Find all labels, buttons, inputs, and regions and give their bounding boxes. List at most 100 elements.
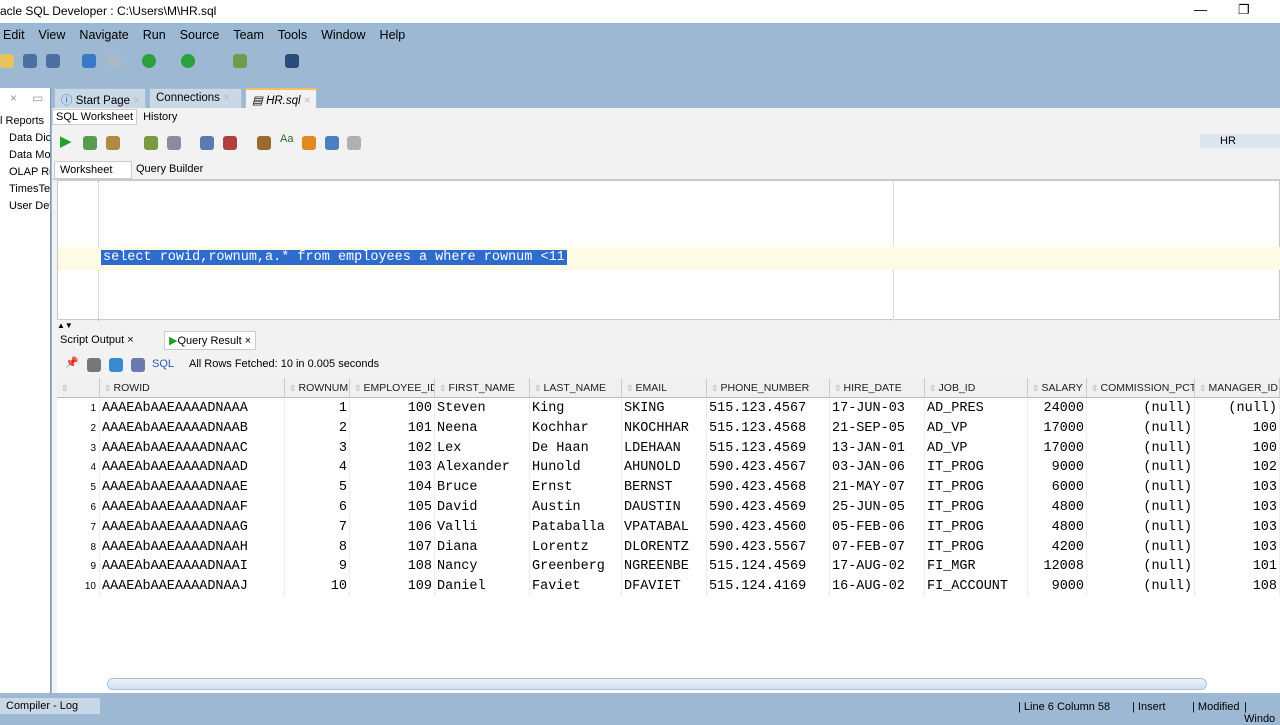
cell-first-name[interactable]: Steven <box>435 399 530 419</box>
back-icon[interactable] <box>142 54 156 68</box>
column-header-employee-id[interactable]: EMPLOYEE_ID <box>350 378 435 398</box>
column-header-email[interactable]: EMAIL <box>622 378 707 398</box>
cell-email[interactable]: VPATABAL <box>622 517 707 538</box>
cell-salary[interactable]: 4800 <box>1028 498 1087 518</box>
redo-icon[interactable] <box>107 54 121 68</box>
tree-item[interactable]: User Def <box>0 200 50 212</box>
cell-hire-date[interactable]: 13-JAN-01 <box>830 438 925 459</box>
cell-salary[interactable]: 17000 <box>1028 438 1087 459</box>
tree-item[interactable]: TimesTer <box>0 183 50 195</box>
cell-rownum[interactable]: 7 <box>285 517 350 538</box>
cell-commission-pct[interactable]: (null) <box>1087 478 1195 499</box>
tab-script-output[interactable]: Script Output × <box>60 334 134 346</box>
tab-sql-worksheet[interactable]: SQL Worksheet <box>52 109 138 125</box>
cell-salary[interactable]: 6000 <box>1028 478 1087 499</box>
cell-job-id[interactable]: IT_PROG <box>925 517 1028 538</box>
cell-rowid[interactable]: AAAEAbAAEAAAADNAAE <box>100 478 285 499</box>
binoculars-icon[interactable] <box>285 54 299 68</box>
explain-plan-icon[interactable] <box>144 136 158 150</box>
commit-icon[interactable] <box>200 136 214 150</box>
cell-last-name[interactable]: Lorentz <box>530 537 622 558</box>
row-number[interactable]: 7 <box>57 517 100 538</box>
cell-first-name[interactable]: David <box>435 498 530 518</box>
cell-job-id[interactable]: IT_PROG <box>925 498 1028 518</box>
print-icon[interactable] <box>87 358 101 372</box>
menu-team[interactable]: Team <box>233 28 264 48</box>
cell-first-name[interactable]: Daniel <box>435 577 530 598</box>
menu-view[interactable]: View <box>39 28 66 48</box>
unshared-sql-icon[interactable] <box>257 136 271 150</box>
cell-rownum[interactable]: 3 <box>285 438 350 459</box>
cell-salary[interactable]: 24000 <box>1028 399 1087 419</box>
save-icon[interactable] <box>23 54 37 68</box>
cell-phone-number[interactable]: 515.123.4569 <box>707 438 830 459</box>
row-number[interactable]: 4 <box>57 458 100 479</box>
cell-manager-id[interactable]: 100 <box>1195 438 1280 459</box>
cell-rownum[interactable]: 2 <box>285 418 350 439</box>
cell-commission-pct[interactable]: (null) <box>1087 517 1195 538</box>
close-icon[interactable]: × <box>10 91 17 105</box>
cell-employee-id[interactable]: 104 <box>350 478 435 499</box>
save-all-icon[interactable] <box>46 54 60 68</box>
column-header-rowid[interactable]: ROWID <box>100 378 285 398</box>
tab-query-builder[interactable]: Query Builder <box>136 163 203 175</box>
cell-email[interactable]: NKOCHHAR <box>622 418 707 439</box>
cell-rownum[interactable]: 5 <box>285 478 350 499</box>
clear-icon[interactable] <box>302 136 316 150</box>
cell-salary[interactable]: 12008 <box>1028 557 1087 578</box>
cell-phone-number[interactable]: 515.124.4169 <box>707 577 830 598</box>
splitter-handle[interactable]: ▲▼ <box>57 321 73 330</box>
cell-first-name[interactable]: Alexander <box>435 458 530 479</box>
cell-phone-number[interactable]: 515.123.4568 <box>707 418 830 439</box>
cell-email[interactable]: AHUNOLD <box>622 458 707 479</box>
cell-hire-date[interactable]: 21-MAY-07 <box>830 478 925 499</box>
cell-rownum[interactable]: 4 <box>285 458 350 479</box>
refresh-icon[interactable] <box>109 358 123 372</box>
menu-navigate[interactable]: Navigate <box>79 28 128 48</box>
cell-employee-id[interactable]: 105 <box>350 498 435 518</box>
cell-job-id[interactable]: FI_MGR <box>925 557 1028 578</box>
row-number[interactable]: 6 <box>57 498 100 518</box>
tree-item[interactable]: Data Mo <box>0 149 50 161</box>
rollback-icon[interactable] <box>223 136 237 150</box>
cell-commission-pct[interactable]: (null) <box>1087 438 1195 459</box>
sql-link[interactable]: SQL <box>152 358 174 370</box>
cell-employee-id[interactable]: 106 <box>350 517 435 538</box>
cell-employee-id[interactable]: 107 <box>350 537 435 558</box>
tree-item[interactable]: Data Dic <box>0 132 50 144</box>
cell-job-id[interactable]: AD_PRES <box>925 399 1028 419</box>
cell-last-name[interactable]: Kochhar <box>530 418 622 439</box>
cell-manager-id[interactable]: 100 <box>1195 418 1280 439</box>
cell-last-name[interactable]: Hunold <box>530 458 622 479</box>
cell-last-name[interactable]: Faviet <box>530 577 622 598</box>
cell-rownum[interactable]: 9 <box>285 557 350 578</box>
cell-rowid[interactable]: AAAEAbAAEAAAADNAAI <box>100 557 285 578</box>
column-header-salary[interactable]: SALARY <box>1028 378 1087 398</box>
cell-phone-number[interactable]: 590.423.4560 <box>707 517 830 538</box>
cell-email[interactable]: SKING <box>622 399 707 419</box>
cell-job-id[interactable]: FI_ACCOUNT <box>925 577 1028 598</box>
cell-email[interactable]: DFAVIET <box>622 577 707 598</box>
cell-job-id[interactable]: IT_PROG <box>925 537 1028 558</box>
row-number[interactable]: 5 <box>57 478 100 499</box>
format-icon[interactable] <box>347 136 361 150</box>
tab-query-result[interactable]: ▶Query Result × <box>164 331 257 350</box>
cell-hire-date[interactable]: 16-AUG-02 <box>830 577 925 598</box>
sql-tuning-icon[interactable] <box>167 136 181 150</box>
cell-commission-pct[interactable]: (null) <box>1087 458 1195 479</box>
tab-connections[interactable]: Connections × <box>149 88 242 108</box>
cell-manager-id[interactable]: 103 <box>1195 537 1280 558</box>
cell-hire-date[interactable]: 07-FEB-07 <box>830 537 925 558</box>
column-header-commission-pct[interactable]: COMMISSION_PCT <box>1087 378 1195 398</box>
row-number[interactable]: 1 <box>57 399 100 419</box>
cancel-query-icon[interactable] <box>131 358 145 372</box>
minimize-button[interactable]: — <box>1194 2 1207 17</box>
cell-first-name[interactable]: Nancy <box>435 557 530 578</box>
maximize-button[interactable]: ❐ <box>1238 2 1250 18</box>
cell-first-name[interactable]: Neena <box>435 418 530 439</box>
cell-manager-id[interactable]: 103 <box>1195 498 1280 518</box>
cell-email[interactable]: DLORENTZ <box>622 537 707 558</box>
sql-history-icon[interactable] <box>325 136 339 150</box>
run-script-icon[interactable] <box>83 136 97 150</box>
cell-last-name[interactable]: Austin <box>530 498 622 518</box>
